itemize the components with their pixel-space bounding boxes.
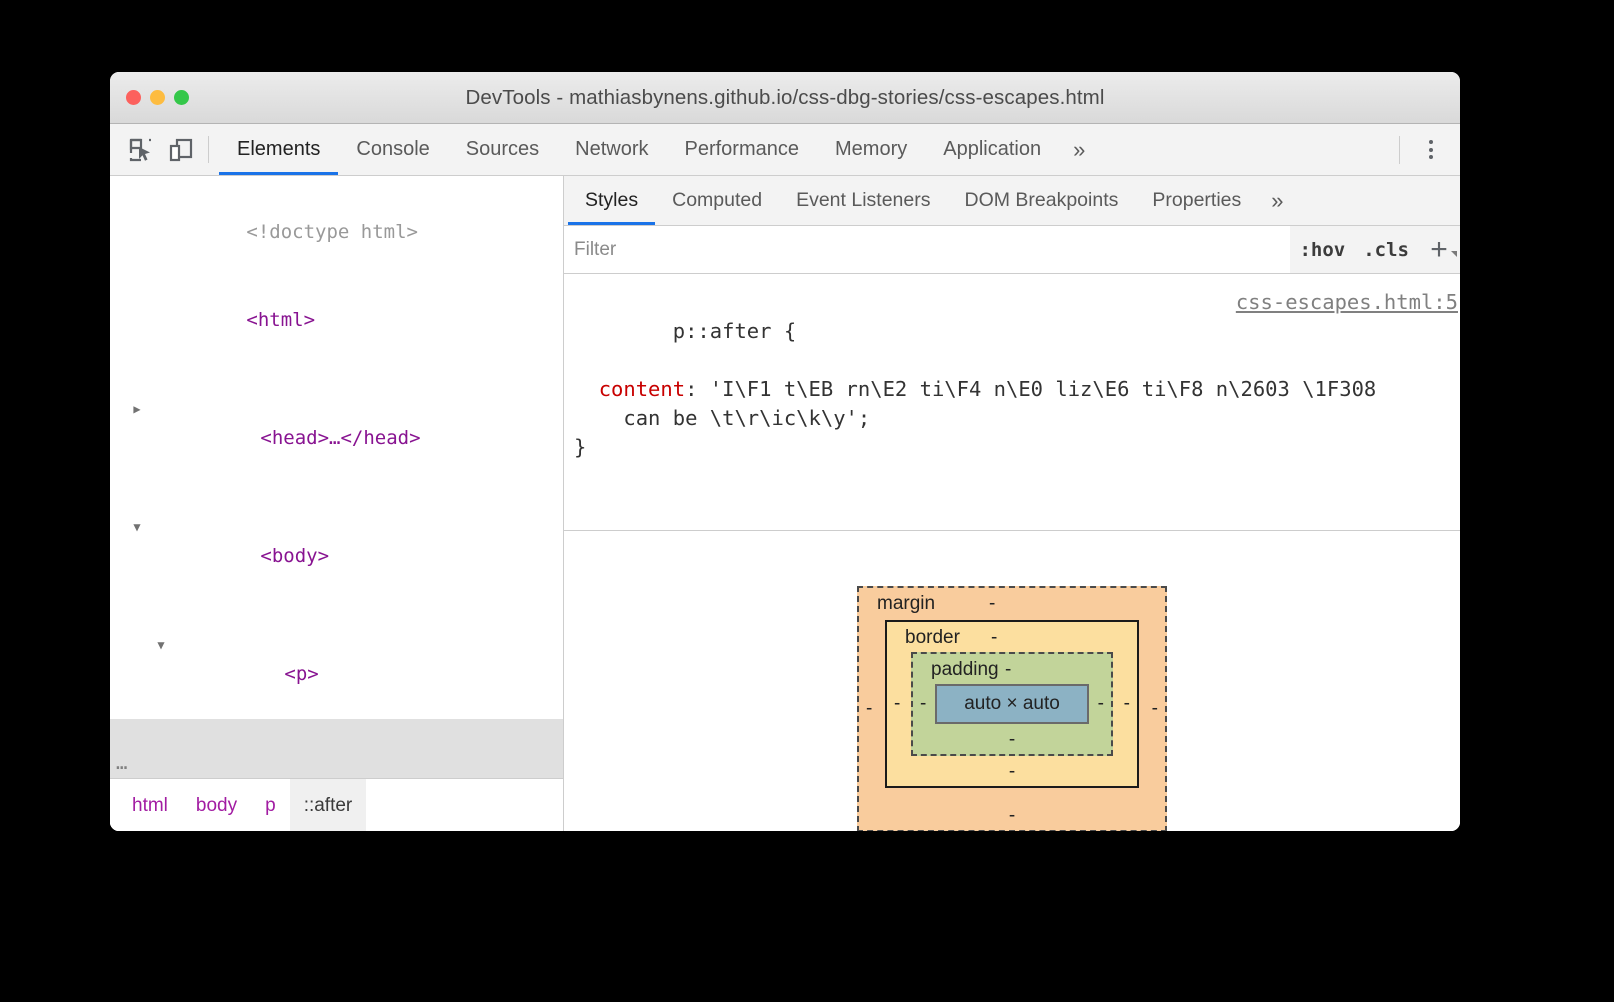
dom-node-p-open[interactable]: ▼ <p> <box>110 601 563 719</box>
box-model-border[interactable]: border - - - - padding - - - - auto × au… <box>885 620 1139 788</box>
css-property-name[interactable]: content <box>599 377 685 401</box>
box-model-padding-left[interactable]: - <box>920 693 926 715</box>
new-style-rule-button[interactable]: + <box>1418 232 1460 266</box>
dom-node-html-open[interactable]: <html> <box>110 277 563 366</box>
css-property-value-line1[interactable]: 'I\F1 t\EB rn\E2 ti\F4 n\E0 liz\E6 ti\F8… <box>710 377 1376 401</box>
box-model-margin-top[interactable]: - <box>989 593 995 615</box>
box-model-margin-label: margin <box>877 593 936 614</box>
box-model-border-top[interactable]: - <box>991 627 997 649</box>
chevron-right-icon[interactable]: ▶ <box>130 395 144 425</box>
box-model-margin-left[interactable]: - <box>866 698 872 720</box>
box-model-padding-top[interactable]: - <box>1005 659 1011 681</box>
more-styles-tabs-chevron-icon[interactable]: » <box>1258 176 1296 225</box>
inspect-element-icon[interactable] <box>124 133 158 167</box>
more-tabs-chevron-icon[interactable]: » <box>1059 124 1099 175</box>
css-rule-block[interactable]: p::after { css-escapes.html:5 content: '… <box>564 274 1460 531</box>
dom-node-head[interactable]: ▶ <head>…</head> <box>110 365 563 483</box>
toolbar-right-separator <box>1399 135 1400 164</box>
box-model-border-right[interactable]: - <box>1124 693 1130 715</box>
breadcrumb-item-after[interactable]: ::after <box>289 779 367 831</box>
panel-tabs: Elements Console Sources Network Perform… <box>219 124 1099 175</box>
element-classes-button[interactable]: .cls <box>1354 239 1418 261</box>
box-model-panel: margin - - - - border - - - - padding - <box>564 531 1460 831</box>
close-button[interactable] <box>126 90 141 105</box>
box-model-margin-right[interactable]: - <box>1152 698 1158 720</box>
breadcrumb-item-p[interactable]: p <box>251 779 290 831</box>
dom-node-doctype[interactable]: <!doctype html> <box>110 188 563 277</box>
tab-console[interactable]: Console <box>338 124 447 175</box>
tab-dom-breakpoints[interactable]: DOM Breakpoints <box>947 176 1135 225</box>
node-ellipsis-badge[interactable]: … <box>116 749 128 779</box>
styles-sidebar-tabs: Styles Computed Event Listeners DOM Brea… <box>564 176 1460 226</box>
styles-sidebar: Styles Computed Event Listeners DOM Brea… <box>564 176 1460 831</box>
elements-panel: <!doctype html> <html> ▶ <head>…</head> … <box>110 176 564 831</box>
tab-performance[interactable]: Performance <box>667 124 818 175</box>
box-model-content[interactable]: auto × auto <box>935 684 1089 724</box>
css-colon: : <box>685 377 710 401</box>
tab-event-listeners[interactable]: Event Listeners <box>779 176 947 225</box>
box-model-border-label: border <box>905 627 960 648</box>
chevron-down-icon[interactable]: ▼ <box>154 631 168 661</box>
tab-sources[interactable]: Sources <box>448 124 557 175</box>
box-model-margin-bottom[interactable]: - <box>1009 805 1015 827</box>
breadcrumb-item-body[interactable]: body <box>182 779 251 831</box>
new-rule-caret-icon[interactable] <box>1451 250 1457 257</box>
minimize-button[interactable] <box>150 90 165 105</box>
breadcrumb-item-html[interactable]: html <box>118 779 182 831</box>
css-property-value-line2[interactable]: can be \t\r\ic\k\y'; <box>623 406 870 430</box>
stylesheet-source-link[interactable]: css-escapes.html:5 <box>1236 288 1458 317</box>
box-model-border-bottom[interactable]: - <box>1009 761 1015 783</box>
dom-node-after-pseudo[interactable]: … ::after == $0 <box>110 719 563 778</box>
window-title: DevTools - mathiasbynens.github.io/css-d… <box>465 85 1105 109</box>
device-toolbar-icon[interactable] <box>164 133 198 167</box>
css-selector[interactable]: p::after { <box>673 319 796 343</box>
dom-node-body-open[interactable]: ▼ <body> <box>110 483 563 601</box>
maximize-button[interactable] <box>174 90 189 105</box>
tab-properties[interactable]: Properties <box>1135 176 1258 225</box>
box-model-padding[interactable]: padding - - - - auto × auto <box>911 652 1113 756</box>
tab-computed[interactable]: Computed <box>655 176 779 225</box>
toolbar-separator <box>208 136 209 163</box>
devtools-panes: <!doctype html> <html> ▶ <head>…</head> … <box>110 176 1460 831</box>
tab-elements[interactable]: Elements <box>219 124 339 175</box>
styles-filter-bar: :hov .cls + <box>564 226 1460 274</box>
tab-styles[interactable]: Styles <box>568 176 656 225</box>
filter-input[interactable] <box>564 226 1291 273</box>
box-model-padding-bottom[interactable]: - <box>1009 729 1015 751</box>
box-model-border-left[interactable]: - <box>894 693 900 715</box>
toolbar-right-group <box>1399 124 1460 175</box>
chevron-down-icon[interactable]: ▼ <box>130 513 144 543</box>
toolbar-icon-group <box>110 124 202 175</box>
kebab-menu-icon[interactable] <box>1412 131 1450 169</box>
plus-icon: + <box>1430 232 1448 266</box>
tab-application[interactable]: Application <box>925 124 1059 175</box>
toggle-element-state-button[interactable]: :hov <box>1290 239 1354 261</box>
box-model-padding-right[interactable]: - <box>1098 693 1104 715</box>
tab-memory[interactable]: Memory <box>817 124 925 175</box>
tab-network[interactable]: Network <box>557 124 666 175</box>
css-declaration-content[interactable]: content: 'I\F1 t\EB rn\E2 ti\F4 n\E0 liz… <box>574 375 1452 404</box>
dom-tree[interactable]: <!doctype html> <html> ▶ <head>…</head> … <box>110 176 563 778</box>
devtools-toolbar: Elements Console Sources Network Perform… <box>110 124 1460 176</box>
window-titlebar: DevTools - mathiasbynens.github.io/css-d… <box>110 72 1460 124</box>
box-model-padding-label: padding <box>931 659 999 680</box>
box-model-margin[interactable]: margin - - - - border - - - - padding - <box>857 586 1167 831</box>
devtools-window: DevTools - mathiasbynens.github.io/css-d… <box>110 72 1460 831</box>
css-rule-closing-brace: } <box>574 435 587 459</box>
breadcrumb: html body p ::after <box>110 778 563 831</box>
traffic-lights <box>126 72 189 123</box>
css-property-value-line2-row[interactable]: can be \t\r\ic\k\y'; <box>574 404 1452 433</box>
